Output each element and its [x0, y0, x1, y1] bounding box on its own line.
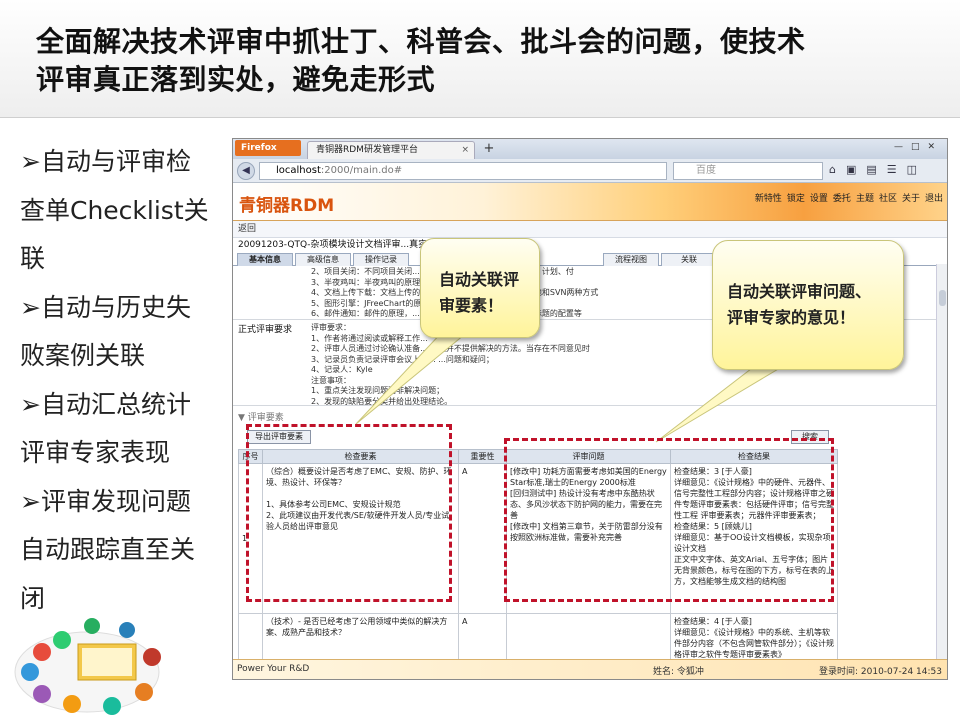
req-line: 1、重点关注发现问题而非解决问题； — [311, 386, 445, 395]
search-input[interactable]: 百度 — [673, 162, 823, 180]
menu-item[interactable]: 关于 — [902, 194, 920, 204]
scrollbar-thumb[interactable] — [939, 290, 946, 306]
bullet-line: ➢自动汇总统计 — [20, 389, 191, 419]
col-header-importance[interactable]: 重要性 — [458, 449, 507, 464]
bullet-line: ➢自动与评审检 — [20, 147, 191, 176]
bullet-line: 自动跟踪直至关 — [20, 535, 196, 564]
slogan: Power Your R&D — [237, 664, 310, 674]
slide-title-area: 全面解决技术评审中抓壮丁、科普会、批斗会的问题，使技术 评审真正落到实处，避免走… — [0, 0, 960, 118]
table-row[interactable]: （技术）- 是否已经考虑了公用领域中类似的解决方案、成熟产品和技术？ A 检查结… — [238, 613, 838, 661]
cell-result: 检查结果：4 [于人豪] 详细意见：《设计规格》中的系统、主机等软件部分内容（不… — [670, 613, 838, 661]
tab-related[interactable]: 关联 — [661, 253, 717, 266]
highlight-box-issues-results — [504, 438, 834, 602]
cell-issues — [506, 613, 671, 661]
tab-flow-view[interactable]: 流程视图 — [603, 253, 659, 266]
navigation-bar: ◀ localhost:2000/main.do# 百度 ⌂▣▤☰◫ — [233, 159, 947, 183]
cell-element: （技术）- 是否已经考虑了公用领域中类似的解决方案、成熟产品和技术？ — [262, 613, 459, 661]
menu-item[interactable]: 新特性 — [755, 194, 782, 204]
browser-tab-bar: Firefox 青铜器RDM研发管理平台 × + —□✕ — [233, 139, 947, 159]
callout-line: 自动关联评 — [439, 270, 520, 289]
req-line: 注意事项： — [311, 375, 351, 385]
back-bar: 返回 — [233, 221, 947, 238]
menu-item[interactable]: 锁定 — [787, 194, 805, 204]
bullet-list: ➢自动与评审检 查单Checklist关 联 ➢自动与历史失 败案例关联 ➢自动… — [20, 138, 225, 623]
review-elements-section-label[interactable]: ▼ 评审要素 — [238, 410, 284, 423]
vertical-scrollbar[interactable] — [936, 264, 947, 661]
tab-advanced-info[interactable]: 高级信息 — [295, 253, 351, 266]
menu-item[interactable]: 设置 — [810, 194, 828, 204]
divider — [233, 405, 937, 406]
bullet-line: 败案例关联 — [20, 341, 146, 370]
toolbar-icons[interactable]: ⌂▣▤☰◫ — [829, 163, 927, 176]
formal-requirement-label: 正式评审要求 — [238, 325, 293, 335]
url-host: localhost — [276, 165, 321, 176]
firefox-menu-button[interactable]: Firefox — [235, 140, 301, 156]
new-tab-button[interactable]: + — [479, 141, 499, 158]
close-icon[interactable]: × — [461, 142, 469, 159]
url-path: :2000/main.do# — [320, 165, 403, 176]
slide-title-line1: 全面解决技术评审中抓壮丁、科普会、批斗会的问题，使技术 — [36, 25, 806, 58]
callout-issues: 自动关联评审问题、 评审专家的意见！ — [712, 240, 904, 370]
menu-item[interactable]: 社区 — [879, 194, 897, 204]
menu-item[interactable]: 委托 — [833, 194, 851, 204]
bullet-line: 联 — [20, 244, 46, 273]
tab-operation-log[interactable]: 操作记录 — [353, 253, 409, 266]
app-menu: 新特性 锁定 设置 委托 主题 社区 关于 退出 — [750, 191, 943, 204]
app-brand: 青铜器RDM — [239, 196, 335, 216]
slide-title-line2: 评审真正落到实处，避免走形式 — [36, 63, 436, 96]
user-name: 姓名: 令狐冲 — [653, 667, 704, 677]
bullet-line: ➢评审发现问题 — [20, 486, 191, 516]
bullet-line: 评审专家表现 — [20, 438, 171, 467]
cell-importance: A — [458, 613, 507, 661]
tab-basic-info[interactable]: 基本信息 — [237, 253, 293, 266]
cell-no — [238, 613, 263, 661]
app-header: 青铜器RDM 新特性 锁定 设置 委托 主题 社区 关于 退出 — [233, 183, 947, 221]
menu-item[interactable]: 主题 — [856, 194, 874, 204]
browser-tab-title: 青铜器RDM研发管理平台 — [316, 145, 418, 155]
callout-elements: 自动关联评 审要素！ — [420, 238, 540, 338]
login-time: 登录时间: 2010-07-24 14:53 — [819, 667, 942, 677]
status-bar: Power Your R&D 姓名: 令狐冲 登录时间: 2010-07-24 … — [233, 659, 947, 679]
window-controls[interactable]: —□✕ — [894, 142, 943, 152]
bullet-line: ➢自动与历史失 — [20, 292, 191, 322]
bullet-line: 查单Checklist关 — [20, 195, 209, 225]
url-bar[interactable]: localhost:2000/main.do# — [259, 162, 667, 180]
back-link[interactable]: 返回 — [238, 224, 256, 234]
callout-line: 评审专家的意见！ — [727, 308, 856, 327]
company-logo-icon — [14, 618, 161, 715]
callout-line: 自动关联评审问题、 — [727, 282, 872, 301]
highlight-box-elements — [246, 424, 452, 602]
browser-tab[interactable]: 青铜器RDM研发管理平台 × — [307, 141, 475, 159]
menu-item[interactable]: 退出 — [925, 194, 943, 204]
callout-line: 审要素！ — [439, 296, 504, 315]
back-arrow-icon[interactable]: ◀ — [237, 162, 255, 180]
cell-importance: A — [458, 463, 507, 614]
